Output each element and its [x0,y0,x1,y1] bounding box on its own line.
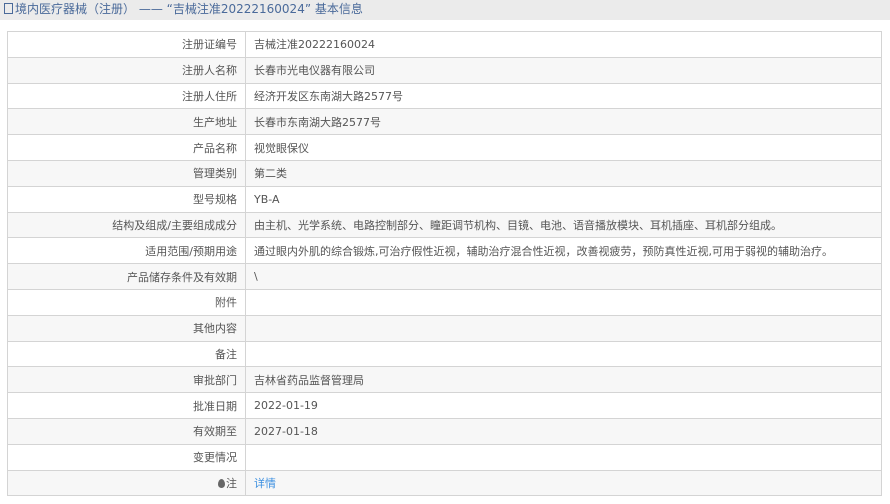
row-value: 2027-01-18 [245,417,882,445]
row-value: 吉林省药品监督管理局 [245,366,882,394]
row-label: 结构及组成/主要组成成分 [7,211,246,239]
row-value [245,314,882,342]
row-label: 其他内容 [7,314,246,342]
table-row: 注册人名称 长春市光电仪器有限公司 [7,56,882,84]
note-value: 详情 [245,469,882,497]
table-row: 附件 [7,288,882,316]
details-link[interactable]: 详情 [254,477,276,490]
row-value: 长春市东南湖大路2577号 [245,108,882,136]
note-label-text: 注 [226,476,237,490]
row-label: 注册人住所 [7,82,246,110]
row-label: 批准日期 [7,392,246,419]
row-value: 2022-01-19 [245,392,882,419]
row-label: 变更情况 [7,443,246,471]
row-label: 注册证编号 [7,31,246,58]
info-table: 注册证编号 吉械注准20222160024 注册人名称 长春市光电仪器有限公司 注册人住… [7,31,882,497]
row-value [245,443,882,471]
table-row: 备注 [7,340,882,368]
table-row: 适用范围/预期用途 通过眼内外肌的综合锻炼,可治疗假性近视，辅助治疗混合性近视，改… [7,237,882,265]
title-text: 境内医疗器械（注册） —— “吉械注准20222160024” 基本信息 [15,2,363,16]
row-label: 产品名称 [7,134,246,161]
row-value [245,340,882,368]
table-row: 产品储存条件及有效期 \ [7,263,882,290]
table-row: 有效期至 2027-01-18 [7,417,882,445]
row-label: 管理类别 [7,159,246,187]
row-label: 附件 [7,288,246,316]
row-value: 吉械注准20222160024 [245,31,882,58]
row-label: 适用范围/预期用途 [7,237,246,265]
row-value: YB-A [245,185,882,213]
note-label: 注 [7,469,246,497]
table-row: 注册人住所 经济开发区东南湖大路2577号 [7,82,882,110]
row-label: 型号规格 [7,185,246,213]
table-row: 管理类别 第二类 [7,159,882,187]
table-row: 型号规格 YB-A [7,185,882,213]
row-value: 通过眼内外肌的综合锻炼,可治疗假性近视，辅助治疗混合性近视，改善视疲劳，预防真性… [245,237,882,265]
row-value: 视觉眼保仪 [245,134,882,161]
row-value: 第二类 [245,159,882,187]
table-row: 生产地址 长春市东南湖大路2577号 [7,108,882,136]
row-value [245,288,882,316]
row-label: 有效期至 [7,417,246,445]
row-label: 生产地址 [7,108,246,136]
table-row: 审批部门 吉林省药品监督管理局 [7,366,882,394]
table-row: 变更情况 [7,443,882,471]
row-label: 备注 [7,340,246,368]
table-row: 产品名称 视觉眼保仪 [7,134,882,161]
row-value: 长春市光电仪器有限公司 [245,56,882,84]
note-row: 注 详情 [7,469,882,497]
pin-icon [218,478,225,488]
table-row: 其他内容 [7,314,882,342]
table-row: 注册证编号 吉械注准20222160024 [7,31,882,58]
table-row: 批准日期 2022-01-19 [7,392,882,419]
row-label: 注册人名称 [7,56,246,84]
row-label: 产品储存条件及有效期 [7,263,246,290]
row-value: \ [245,263,882,290]
row-value: 经济开发区东南湖大路2577号 [245,82,882,110]
row-value: 由主机、光学系统、电路控制部分、瞳距调节机构、目镜、电池、语音播放模块、耳机插座… [245,211,882,239]
document-icon [4,3,13,14]
row-label: 审批部门 [7,366,246,394]
page-title: 境内医疗器械（注册） —— “吉械注准20222160024” 基本信息 [0,0,890,20]
table-row: 结构及组成/主要组成成分 由主机、光学系统、电路控制部分、瞳距调节机构、目镜、电池… [7,211,882,239]
